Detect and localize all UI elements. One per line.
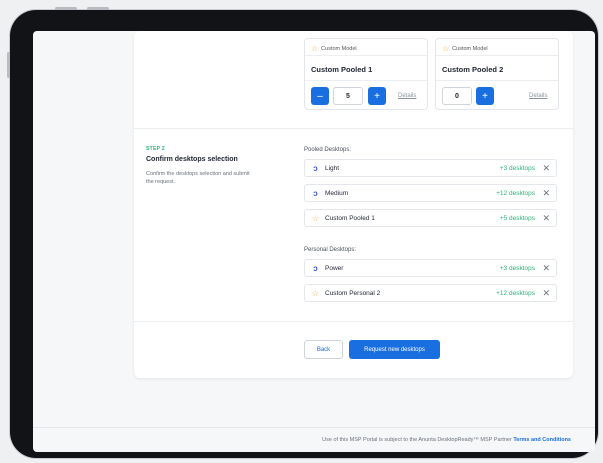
model-card-custom-pooled-1: ☆ Custom Model Custom Pooled 1 – 5 + Det… [304, 38, 428, 110]
hardware-button [7, 52, 10, 78]
desktop-count: +12 desktops [496, 290, 535, 297]
step-title: Confirm desktops selection [146, 156, 238, 163]
desktop-count: +3 desktops [499, 265, 535, 272]
desktop-name: Custom Personal 2 [325, 290, 381, 297]
footer-text: Use of this MSP Portal is subject to the… [322, 437, 512, 443]
details-link[interactable]: Details [529, 93, 547, 99]
brand-icon: ↄ [313, 264, 318, 273]
close-icon[interactable]: ✕ [542, 163, 550, 173]
desktop-row-power: ↄ Power +3 desktops ✕ [304, 259, 557, 277]
model-title: Custom Pooled 2 [442, 65, 504, 74]
model-tag: ☆ Custom Model [442, 45, 488, 53]
divider [436, 55, 558, 56]
section-divider [134, 128, 573, 129]
hardware-button [55, 7, 77, 10]
pooled-desktops-label: Pooled Desktops: [304, 147, 352, 153]
desktop-count: +3 desktops [499, 165, 535, 172]
desktop-name: Medium [325, 190, 349, 197]
terms-link[interactable]: Terms and Conditions [513, 437, 571, 443]
step-description: Confirm the desktops selection and submi… [146, 171, 250, 185]
desktop-count: +5 desktops [499, 215, 535, 222]
star-icon: ☆ [311, 214, 320, 223]
back-button[interactable]: Back [304, 340, 343, 359]
desktop-row-custom-pooled-1: ☆ Custom Pooled 1 +5 desktops ✕ [304, 209, 557, 227]
request-card: ☆ Custom Model Custom Pooled 1 – 5 + Det… [134, 31, 573, 378]
divider [436, 80, 558, 81]
star-icon: ☆ [311, 289, 320, 298]
model-tag-label: Custom Model [452, 46, 488, 52]
desktop-name: Power [325, 265, 344, 272]
close-icon[interactable]: ✕ [542, 213, 550, 223]
brand-icon: ↄ [313, 189, 318, 198]
divider [305, 55, 427, 56]
divider [305, 80, 427, 81]
desktop-count: +12 desktops [496, 190, 535, 197]
request-new-desktops-button[interactable]: Request new desktops [349, 340, 440, 359]
footer-divider [33, 427, 595, 428]
model-tag-label: Custom Model [321, 46, 357, 52]
brand-icon: ↄ [313, 164, 318, 173]
increment-button[interactable]: + [476, 87, 494, 105]
quantity-field[interactable]: 0 [442, 87, 472, 105]
step-label: STEP 2 [146, 146, 165, 152]
close-icon[interactable]: ✕ [542, 288, 550, 298]
desktop-row-medium: ↄ Medium +12 desktops ✕ [304, 184, 557, 202]
increment-button[interactable]: + [368, 87, 386, 105]
star-icon: ☆ [442, 44, 450, 53]
tablet-frame: ☆ Custom Model Custom Pooled 1 – 5 + Det… [10, 10, 598, 458]
section-divider [134, 321, 573, 322]
desktop-name: Custom Pooled 1 [325, 215, 375, 222]
decrement-button[interactable]: – [311, 87, 329, 105]
model-card-custom-pooled-2: ☆ Custom Model Custom Pooled 2 0 + Detai… [435, 38, 559, 110]
desktop-name: Light [325, 165, 340, 172]
footer: Use of this MSP Portal is subject to the… [322, 437, 571, 443]
desktop-row-light: ↄ Light +3 desktops ✕ [304, 159, 557, 177]
star-icon: ☆ [311, 44, 319, 53]
details-link[interactable]: Details [398, 93, 416, 99]
screen: ☆ Custom Model Custom Pooled 1 – 5 + Det… [33, 31, 595, 452]
personal-desktops-label: Personal Desktops: [304, 247, 357, 253]
close-icon[interactable]: ✕ [542, 188, 550, 198]
hardware-button [87, 7, 109, 10]
model-tag: ☆ Custom Model [311, 45, 357, 53]
model-title: Custom Pooled 1 [311, 65, 373, 74]
desktop-row-custom-personal-2: ☆ Custom Personal 2 +12 desktops ✕ [304, 284, 557, 302]
quantity-field[interactable]: 5 [333, 87, 363, 105]
close-icon[interactable]: ✕ [542, 263, 550, 273]
